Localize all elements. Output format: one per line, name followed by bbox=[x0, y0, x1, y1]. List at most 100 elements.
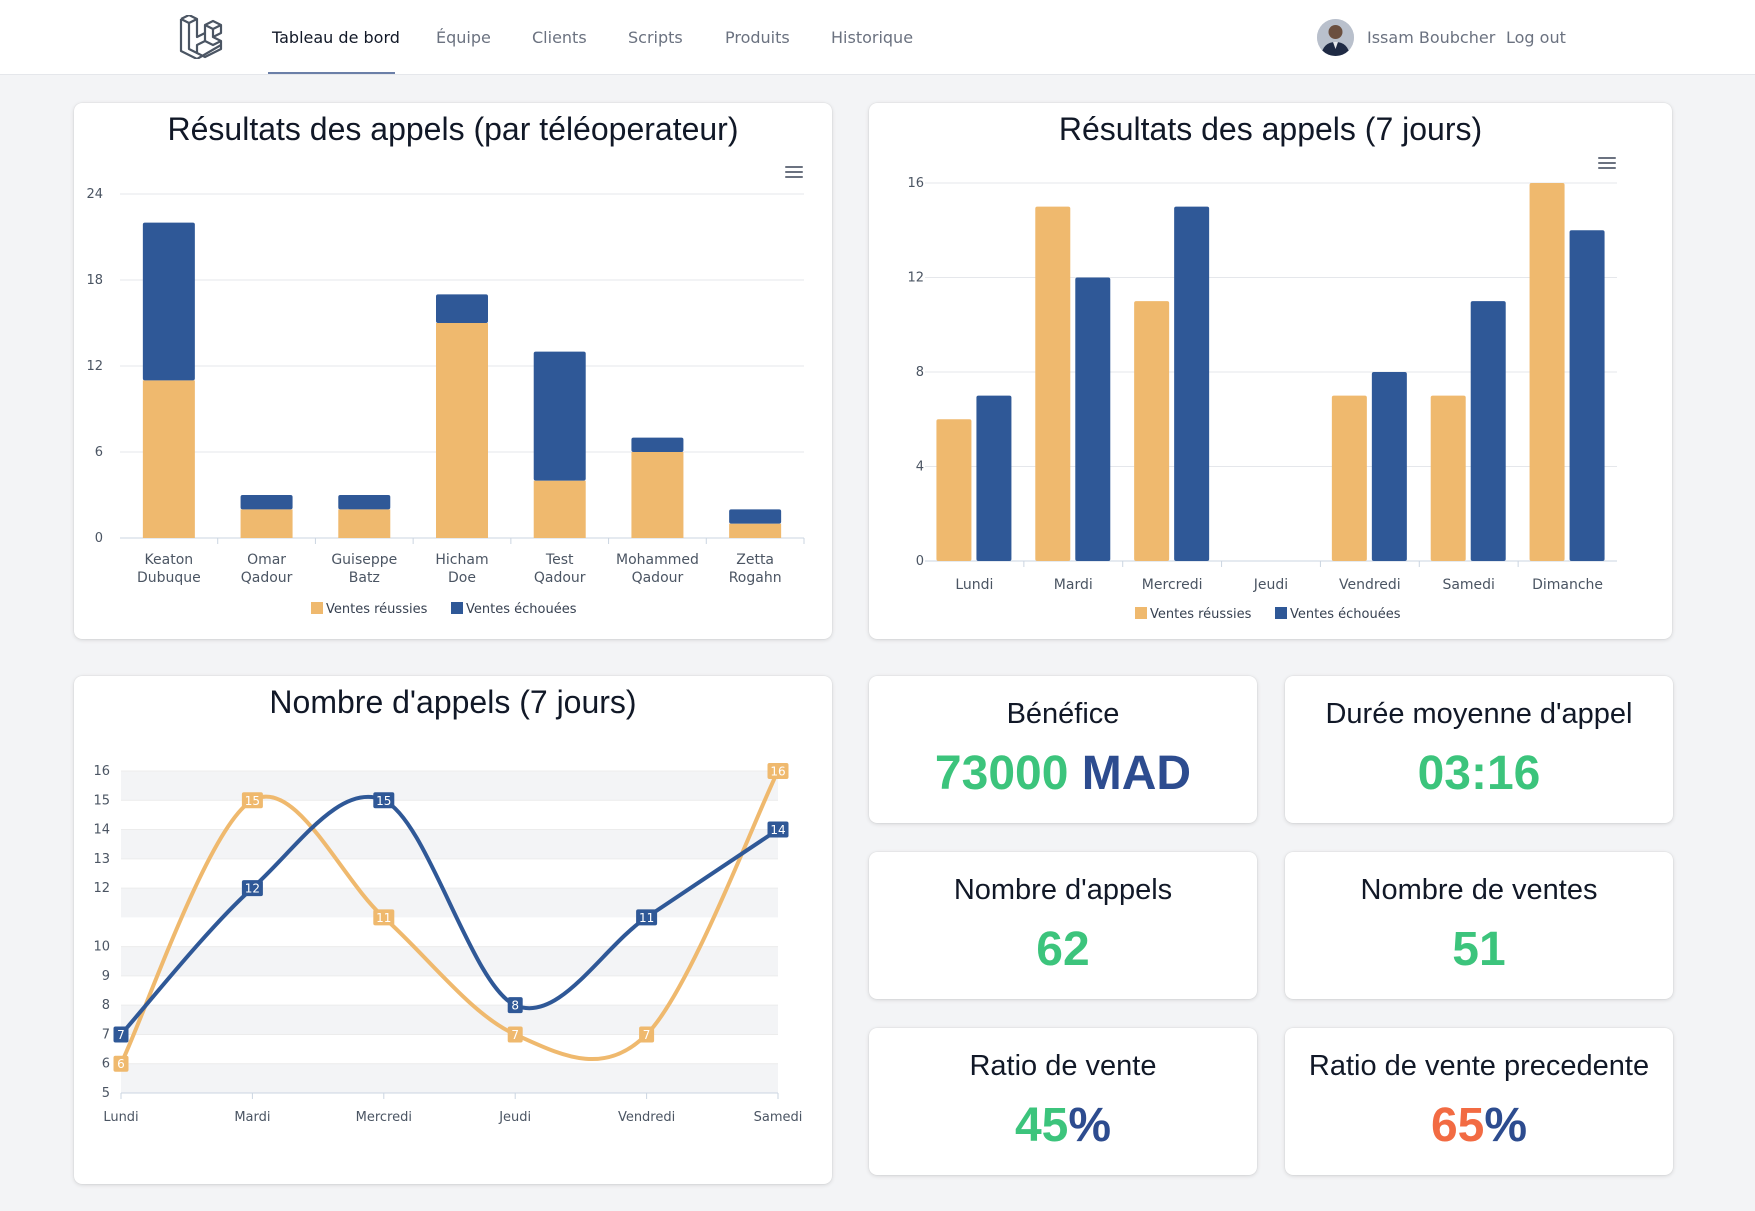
y-tick-label: 0 bbox=[95, 531, 103, 546]
bar bbox=[976, 395, 1012, 561]
stat-value: 45% bbox=[869, 1098, 1257, 1153]
user-name[interactable]: Issam Boubcher bbox=[1367, 0, 1495, 75]
data-label: 15 bbox=[245, 794, 260, 808]
x-tick-label: Mohammed bbox=[616, 552, 699, 568]
y-tick-label: 14 bbox=[93, 823, 110, 838]
x-tick-label: Omar bbox=[247, 552, 286, 568]
bar-segment bbox=[436, 294, 488, 323]
bar-segment bbox=[533, 351, 586, 481]
x-tick-label: Mercredi bbox=[356, 1110, 412, 1125]
y-tick-label: 10 bbox=[93, 940, 110, 955]
x-tick-label: Qadour bbox=[632, 570, 684, 586]
stat-card-appels: Nombre d'appels 62 bbox=[869, 852, 1257, 999]
nav-equipe[interactable]: Équipe bbox=[436, 0, 491, 75]
benefice-currency: MAD bbox=[1081, 747, 1192, 800]
grid-band bbox=[121, 946, 778, 976]
stat-value: 62 bbox=[1036, 923, 1090, 976]
y-tick-label: 6 bbox=[95, 445, 103, 460]
x-tick-label: Vendredi bbox=[1339, 577, 1401, 593]
stat-value: 65% bbox=[1285, 1098, 1673, 1153]
stat-label: Bénéfice bbox=[1006, 698, 1120, 730]
calls-line-chart: 5 6 7 8 9 10 12 13 14 15 16 Lundi Mardi Mercredi Jeudi… bbox=[93, 763, 803, 1125]
data-label: 15 bbox=[376, 794, 391, 808]
bar bbox=[1331, 395, 1367, 561]
y-tick-label: 9 bbox=[102, 969, 110, 984]
x-tick-label: Lundi bbox=[955, 577, 993, 593]
legend-swatch bbox=[1135, 607, 1147, 619]
x-tick-label: Test bbox=[545, 552, 574, 568]
ratio-number: 45 bbox=[1014, 1099, 1069, 1152]
grid-band bbox=[121, 1063, 778, 1093]
y-tick-label: 5 bbox=[102, 1086, 110, 1101]
x-tick-label: Dubuque bbox=[137, 570, 201, 586]
x-tick-label: Samedi bbox=[1442, 577, 1495, 593]
x-tick-label: Rogahn bbox=[729, 570, 782, 586]
x-tick-label: Doe bbox=[448, 570, 476, 586]
data-label: 12 bbox=[245, 882, 260, 896]
stat-card-ratio-precedent: Ratio de vente precedente 65% bbox=[1285, 1028, 1673, 1175]
bar bbox=[1430, 395, 1466, 561]
legend-swatch bbox=[1275, 607, 1287, 619]
data-label: 7 bbox=[511, 1028, 519, 1042]
y-tick-label: 6 bbox=[102, 1057, 110, 1072]
data-label: 6 bbox=[117, 1057, 125, 1071]
bar bbox=[1134, 301, 1170, 561]
stat-value: 73000 MAD bbox=[869, 746, 1257, 801]
stat-label: Nombre d'appels bbox=[953, 874, 1173, 906]
bar-segment bbox=[338, 509, 391, 538]
x-tick-label: Mardi bbox=[234, 1110, 270, 1125]
bar-segment bbox=[142, 222, 195, 381]
avatar[interactable] bbox=[1317, 19, 1354, 56]
y-tick-label: 12 bbox=[907, 271, 924, 286]
data-label: 11 bbox=[639, 911, 654, 925]
user-avatar-icon bbox=[1317, 19, 1354, 56]
y-tick-label: 24 bbox=[86, 187, 103, 202]
top-navigation: Tableau de bord Équipe Clients Scripts P… bbox=[0, 0, 1755, 75]
legend-swatch bbox=[451, 602, 463, 614]
bar-segment bbox=[338, 495, 391, 510]
bar-segment bbox=[240, 495, 293, 510]
legend-label: Ventes échouées bbox=[466, 602, 577, 617]
operators-bar-chart: 0 6 12 18 24 Keaton Dubuque Omar Qadour Guiseppe B… bbox=[86, 187, 805, 617]
stat-value: 51 bbox=[1452, 923, 1506, 976]
data-label: 16 bbox=[770, 765, 785, 779]
x-tick-label: Jeudi bbox=[1253, 577, 1288, 593]
y-tick-label: 4 bbox=[916, 460, 924, 475]
bar-segment bbox=[631, 437, 684, 452]
data-label: 8 bbox=[511, 999, 519, 1013]
stat-label: Nombre de ventes bbox=[1360, 874, 1598, 906]
x-tick-label: Lundi bbox=[103, 1110, 138, 1125]
bar bbox=[1470, 301, 1506, 561]
legend-label: Ventes réussies bbox=[1150, 607, 1252, 622]
laravel-logo-icon[interactable] bbox=[178, 15, 224, 59]
y-tick-label: 13 bbox=[93, 852, 110, 867]
bar-segment bbox=[729, 523, 782, 538]
x-tick-label: Keaton bbox=[145, 552, 194, 568]
nav-produits[interactable]: Produits bbox=[725, 0, 790, 75]
x-tick-label: Vendredi bbox=[618, 1110, 675, 1125]
chart-card-calls: Nombre d'appels (7 jours) 5 6 7 8 9 10 12 13 14 1… bbox=[74, 676, 832, 1184]
stat-value: 03:16 bbox=[1417, 747, 1541, 800]
x-tick-label: Samedi bbox=[754, 1110, 803, 1125]
legend-label: Ventes échouées bbox=[1290, 607, 1401, 622]
bar bbox=[1035, 206, 1071, 561]
seven-days-bar-chart: 0 4 8 12 16 Lundi Mardi Mercredi Jeudi Vendredi Sa… bbox=[907, 176, 1617, 622]
grid-band bbox=[121, 771, 778, 801]
stat-card-ratio: Ratio de vente 45% bbox=[869, 1028, 1257, 1175]
bar-segment bbox=[240, 509, 293, 538]
nav-historique[interactable]: Historique bbox=[831, 0, 913, 75]
bar-segment bbox=[142, 380, 195, 538]
x-tick-label: Mercredi bbox=[1142, 577, 1203, 593]
bar bbox=[1174, 206, 1210, 561]
logout-link[interactable]: Log out bbox=[1506, 0, 1566, 75]
y-tick-label: 8 bbox=[916, 365, 924, 380]
nav-clients[interactable]: Clients bbox=[532, 0, 587, 75]
y-tick-label: 18 bbox=[86, 273, 103, 288]
x-tick-label: Batz bbox=[349, 570, 380, 586]
data-label: 11 bbox=[376, 911, 391, 925]
nav-tableau-de-bord[interactable]: Tableau de bord bbox=[272, 0, 400, 75]
x-tick-label: Guiseppe bbox=[331, 552, 397, 568]
nav-scripts[interactable]: Scripts bbox=[628, 0, 683, 75]
data-label: 14 bbox=[770, 823, 785, 837]
chart-card-operators: Résultats des appels (par téléoperateur)… bbox=[74, 103, 832, 639]
